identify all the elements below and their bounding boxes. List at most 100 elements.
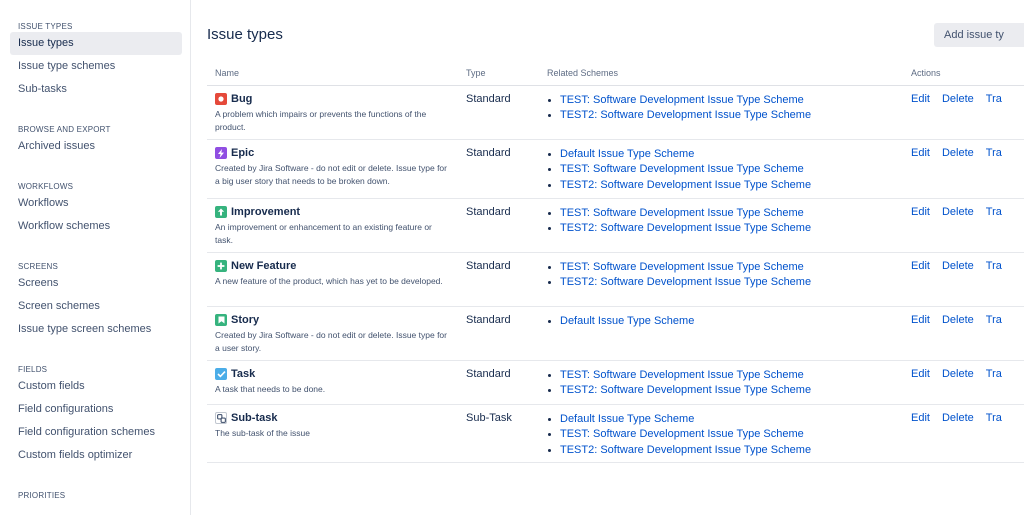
epic-icon bbox=[215, 147, 227, 159]
issue-type-header: Sub-task bbox=[215, 412, 458, 425]
task-icon bbox=[215, 368, 227, 380]
issue-type-description: An improvement or enhancement to an exis… bbox=[215, 221, 432, 245]
sidebar-item-custom-fields-optimizer[interactable]: Custom fields optimizer bbox=[10, 444, 182, 467]
related-scheme-link[interactable]: TEST: Software Development Issue Type Sc… bbox=[560, 261, 804, 273]
issue-type-description: A problem which impairs or prevents the … bbox=[215, 108, 427, 132]
translate-new-feature-link[interactable]: Tra bbox=[986, 260, 1002, 272]
translate-improvement-link[interactable]: Tra bbox=[986, 206, 1002, 218]
sidebar-section-title: BROWSE AND EXPORT bbox=[18, 125, 111, 134]
edit-task-link[interactable]: Edit bbox=[911, 368, 930, 380]
delete-bug-link[interactable]: Delete bbox=[942, 93, 974, 105]
related-scheme-link[interactable]: TEST2: Software Development Issue Type S… bbox=[560, 109, 811, 121]
related-scheme-item: TEST2: Software Development Issue Type S… bbox=[547, 383, 903, 399]
sidebar-section-title: ISSUE TYPES bbox=[18, 22, 73, 31]
related-scheme-item: TEST: Software Development Issue Type Sc… bbox=[547, 93, 903, 109]
related-schemes-list: TEST: Software Development Issue Type Sc… bbox=[547, 368, 903, 399]
related-scheme-link[interactable]: TEST: Software Development Issue Type Sc… bbox=[560, 369, 804, 381]
sidebar-item-issue-type-screen-schemes[interactable]: Issue type screen schemes bbox=[10, 318, 182, 341]
edit-story-link[interactable]: Edit bbox=[911, 314, 930, 326]
sidebar-item-workflow-schemes[interactable]: Workflow schemes bbox=[10, 215, 182, 238]
issue-type-type: Standard bbox=[458, 85, 539, 140]
bug-icon bbox=[215, 93, 227, 105]
related-scheme-link[interactable]: Default Issue Type Scheme bbox=[560, 148, 694, 160]
table-row: Improvement An improvement or enhancement… bbox=[207, 198, 1024, 253]
related-scheme-link[interactable]: TEST2: Software Development Issue Type S… bbox=[560, 179, 811, 191]
issue-type-name: Bug bbox=[231, 93, 253, 105]
edit-bug-link[interactable]: Edit bbox=[911, 93, 930, 105]
sidebar-item-archived-issues[interactable]: Archived issues bbox=[10, 135, 182, 158]
story-icon bbox=[215, 314, 227, 326]
sidebar-item-field-configurations[interactable]: Field configurations bbox=[10, 398, 182, 421]
translate-epic-link[interactable]: Tra bbox=[986, 147, 1002, 159]
related-scheme-link[interactable]: TEST2: Software Development Issue Type S… bbox=[560, 222, 811, 234]
related-scheme-item: TEST: Software Development Issue Type Sc… bbox=[547, 368, 903, 384]
related-schemes-cell: Default Issue Type Scheme bbox=[539, 306, 903, 361]
actions-cell: Edit Delete Tra bbox=[903, 139, 1024, 199]
edit-new-feature-link[interactable]: Edit bbox=[911, 260, 930, 272]
related-schemes-list: TEST: Software Development Issue Type Sc… bbox=[547, 93, 903, 124]
add-issue-type-button[interactable]: Add issue ty bbox=[934, 23, 1024, 47]
issue-type-description: A task that needs to be done. bbox=[215, 383, 326, 394]
sidebar-item-workflows[interactable]: Workflows bbox=[10, 192, 182, 215]
related-scheme-link[interactable]: TEST2: Software Development Issue Type S… bbox=[560, 384, 811, 396]
issue-type-header: Task bbox=[215, 368, 458, 381]
related-schemes-list: TEST: Software Development Issue Type Sc… bbox=[547, 260, 903, 291]
table-row: New Feature A new feature of the product,… bbox=[207, 252, 1024, 307]
delete-task-link[interactable]: Delete bbox=[942, 368, 974, 380]
actions-cell: Edit Delete Tra bbox=[903, 198, 1024, 253]
issue-type-name: Sub-task bbox=[231, 412, 278, 424]
translate-sub-task-link[interactable]: Tra bbox=[986, 412, 1002, 424]
related-scheme-item: TEST2: Software Development Issue Type S… bbox=[547, 443, 903, 459]
edit-sub-task-link[interactable]: Edit bbox=[911, 412, 930, 424]
related-scheme-item: Default Issue Type Scheme bbox=[547, 147, 903, 163]
issue-type-name-cell: New Feature A new feature of the product,… bbox=[207, 252, 458, 307]
sidebar-item-issue-types[interactable]: Issue types bbox=[10, 32, 182, 55]
related-scheme-link[interactable]: Default Issue Type Scheme bbox=[560, 413, 694, 425]
delete-new-feature-link[interactable]: Delete bbox=[942, 260, 974, 272]
delete-improvement-link[interactable]: Delete bbox=[942, 206, 974, 218]
sidebar-item-screens[interactable]: Screens bbox=[10, 272, 182, 295]
translate-story-link[interactable]: Tra bbox=[986, 314, 1002, 326]
edit-epic-link[interactable]: Edit bbox=[911, 147, 930, 159]
issue-type-name-cell: Task A task that needs to be done. bbox=[207, 360, 458, 405]
issue-type-description: A new feature of the product, which has … bbox=[215, 275, 443, 286]
related-scheme-link[interactable]: TEST2: Software Development Issue Type S… bbox=[560, 444, 811, 456]
sidebar-item-screen-schemes[interactable]: Screen schemes bbox=[10, 295, 182, 318]
sidebar-item-custom-fields[interactable]: Custom fields bbox=[10, 375, 182, 398]
table-row: Bug A problem which impairs or prevents t… bbox=[207, 85, 1024, 140]
issue-type-type: Standard bbox=[458, 252, 539, 307]
issue-type-name: Story bbox=[231, 314, 260, 326]
issue-type-name-cell: Improvement An improvement or enhancement… bbox=[207, 198, 458, 253]
delete-sub-task-link[interactable]: Delete bbox=[942, 412, 974, 424]
delete-epic-link[interactable]: Delete bbox=[942, 147, 974, 159]
sidebar-item-field-configuration-schemes[interactable]: Field configuration schemes bbox=[10, 421, 182, 444]
related-scheme-link[interactable]: TEST: Software Development Issue Type Sc… bbox=[560, 163, 804, 175]
main-content: Issue types Add issue ty Name Type Relat… bbox=[207, 0, 1024, 515]
issue-types-table: Name Type Related Schemes Actions Bug A p… bbox=[207, 61, 1024, 463]
actions-cell: Edit Delete Tra bbox=[903, 360, 1024, 405]
column-header-type: Type bbox=[458, 61, 539, 86]
sidebar-section-title: SCREENS bbox=[18, 262, 59, 271]
related-scheme-link[interactable]: TEST2: Software Development Issue Type S… bbox=[560, 276, 811, 288]
translate-task-link[interactable]: Tra bbox=[986, 368, 1002, 380]
translate-bug-link[interactable]: Tra bbox=[986, 93, 1002, 105]
delete-story-link[interactable]: Delete bbox=[942, 314, 974, 326]
related-schemes-cell: Default Issue Type Scheme TEST: Software … bbox=[539, 404, 903, 463]
related-scheme-link[interactable]: TEST: Software Development Issue Type Sc… bbox=[560, 94, 804, 106]
related-scheme-link[interactable]: TEST: Software Development Issue Type Sc… bbox=[560, 207, 804, 219]
related-scheme-link[interactable]: TEST: Software Development Issue Type Sc… bbox=[560, 428, 804, 440]
issue-type-type: Standard bbox=[458, 139, 539, 199]
sidebar-item-issue-type-schemes[interactable]: Issue type schemes bbox=[10, 55, 182, 78]
related-scheme-link[interactable]: Default Issue Type Scheme bbox=[560, 315, 694, 327]
related-scheme-item: Default Issue Type Scheme bbox=[547, 412, 903, 428]
related-schemes-cell: TEST: Software Development Issue Type Sc… bbox=[539, 198, 903, 253]
related-scheme-item: TEST2: Software Development Issue Type S… bbox=[547, 108, 903, 124]
edit-improvement-link[interactable]: Edit bbox=[911, 206, 930, 218]
sidebar-section-title: FIELDS bbox=[18, 365, 48, 374]
related-scheme-item: TEST2: Software Development Issue Type S… bbox=[547, 178, 903, 194]
subtask-icon bbox=[215, 412, 227, 424]
issue-type-name-cell: Story Created by Jira Software - do not e… bbox=[207, 306, 458, 361]
related-schemes-list: Default Issue Type Scheme TEST: Software … bbox=[547, 412, 903, 459]
sidebar-item-sub-tasks[interactable]: Sub-tasks bbox=[10, 78, 182, 101]
